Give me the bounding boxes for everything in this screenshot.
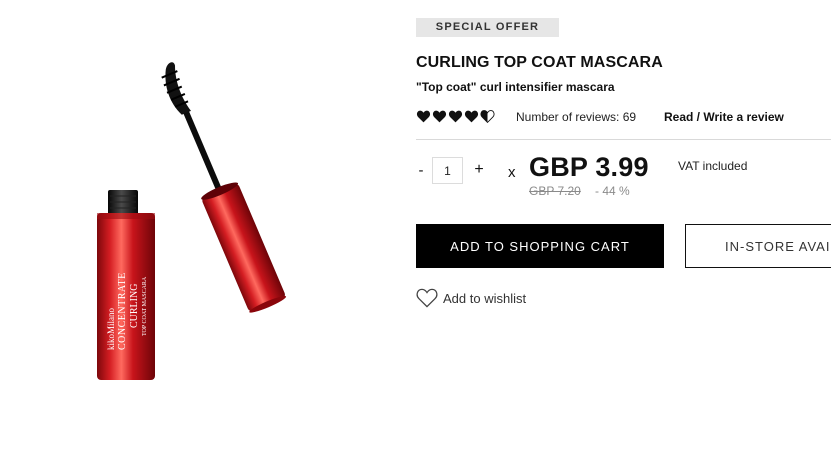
multiply-sign: x [508,164,516,181]
bottle-name-text: CURLING [129,284,140,328]
discount-percent: - 44 % [595,184,630,198]
heart-icon [432,110,447,122]
add-to-cart-button[interactable]: ADD TO SHOPPING CART [416,224,664,268]
bottle-brand-text: kikoMilano [106,308,116,350]
original-price: GBP 7.20 [529,184,581,198]
in-store-availability-button[interactable]: IN-STORE AVAI [685,224,831,268]
wishlist-label: Add to wishlist [443,290,527,306]
quantity-increase-button[interactable]: + [472,161,486,179]
product-subtitle: "Top coat" curl intensifier mascara [416,80,615,94]
add-to-wishlist-button[interactable]: Add to wishlist [416,288,526,308]
current-price: GBP 3.99 [529,152,649,182]
rating-stars[interactable] [416,108,495,124]
bottle-type-text: TOP COAT MASCARA [142,276,148,336]
special-offer-badge: SPECIAL OFFER [416,18,559,37]
divider [416,139,831,140]
quantity-input[interactable] [432,157,463,184]
bottle-line-text: CONCENTRATE [117,272,128,350]
quantity-decrease-button[interactable]: - [414,162,428,179]
read-write-review-link[interactable]: Read / Write a review [664,110,784,124]
vat-note: VAT included [678,159,748,173]
half-heart-icon [480,109,495,123]
heart-icon [416,110,431,122]
heart-icon [448,110,463,122]
product-image: kikoMilano CONCENTRATE CURLING TOP COAT … [97,62,287,380]
heart-icon [464,110,479,122]
reviews-count: Number of reviews: 69 [516,110,637,124]
product-title: CURLING TOP COAT MASCARA [416,54,663,71]
heart-outline-icon [416,288,438,308]
